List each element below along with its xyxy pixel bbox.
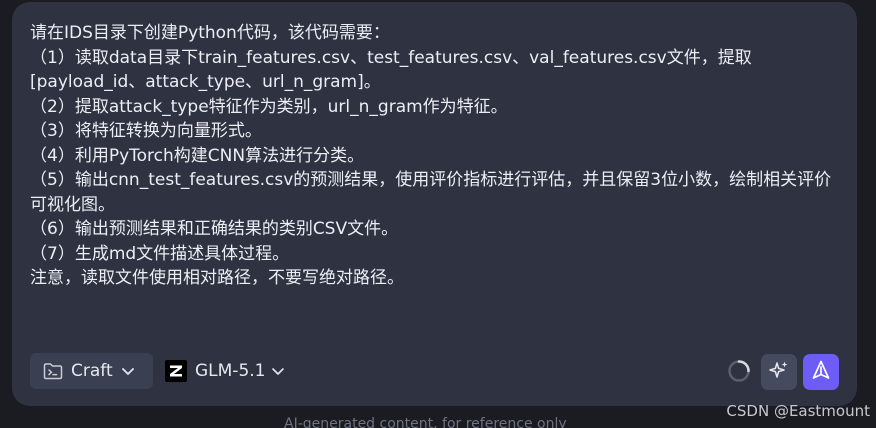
screen: 请在IDS目录下创建Python代码，该代码需要： （1）读取data目录下tr… bbox=[0, 0, 876, 428]
ai-disclaimer-note: AI-generated content, for reference only bbox=[284, 416, 567, 428]
prompt-textarea[interactable]: 请在IDS目录下创建Python代码，该代码需要： （1）读取data目录下tr… bbox=[30, 21, 838, 291]
send-arrow-icon bbox=[811, 359, 831, 385]
mode-label: Craft bbox=[71, 361, 113, 381]
model-select-button[interactable]: GLM-5.1 bbox=[165, 355, 285, 387]
zhipu-z-logo-icon bbox=[165, 360, 187, 382]
mode-select-button[interactable]: Craft bbox=[30, 353, 153, 389]
chevron-down-icon bbox=[121, 366, 135, 376]
enhance-prompt-button[interactable] bbox=[761, 354, 797, 390]
sparkle-icon bbox=[768, 359, 790, 385]
send-button[interactable] bbox=[803, 354, 839, 390]
terminal-folder-icon bbox=[42, 361, 64, 381]
loading-spinner-icon bbox=[727, 359, 751, 383]
model-label: GLM-5.1 bbox=[195, 361, 266, 381]
watermark: CSDN @Eastmount bbox=[726, 402, 870, 420]
chat-input-panel[interactable]: 请在IDS目录下创建Python代码，该代码需要： （1）读取data目录下tr… bbox=[12, 2, 857, 406]
chevron-down-icon bbox=[271, 366, 285, 376]
input-toolbar: Craft GLM-5.1 bbox=[30, 353, 839, 391]
